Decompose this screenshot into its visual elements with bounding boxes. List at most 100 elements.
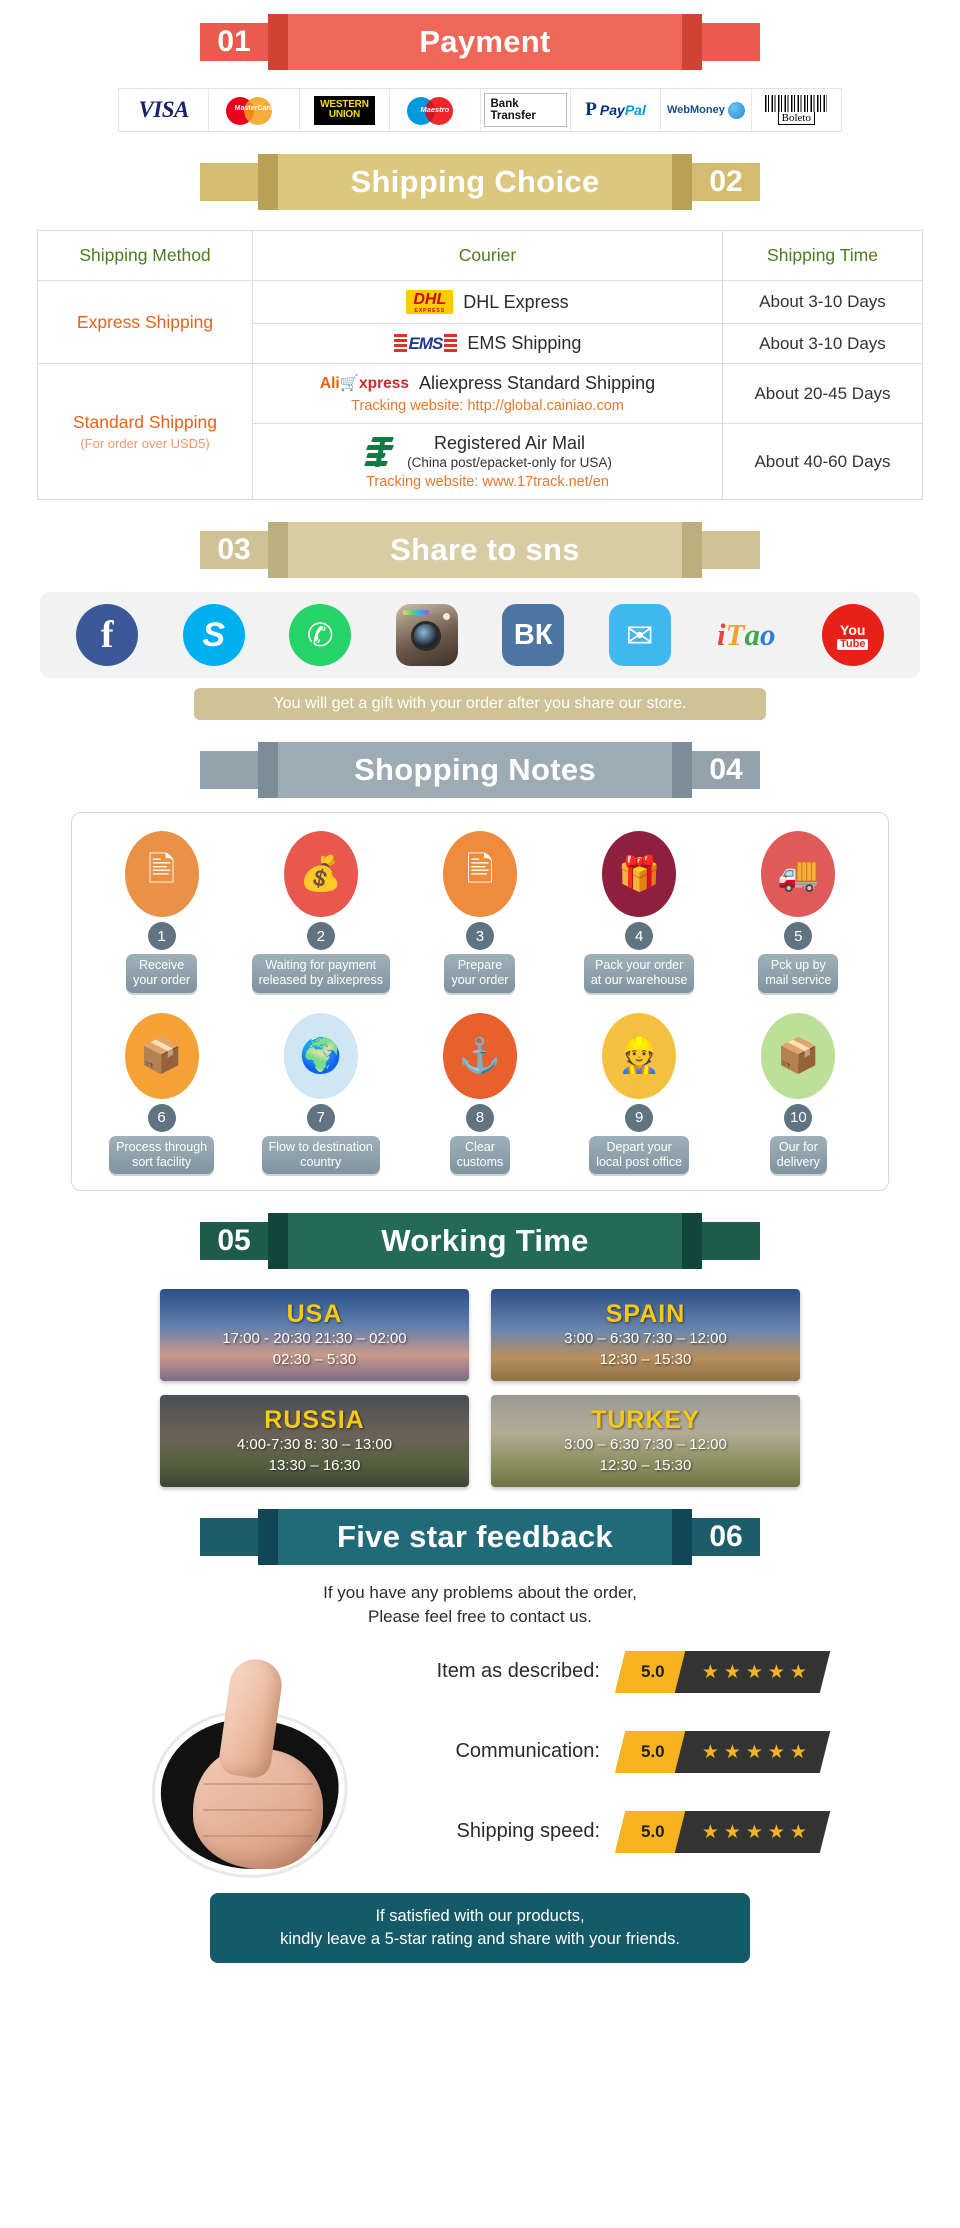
feedback-intro: If you have any problems about the order… [323,1583,637,1626]
payment-methods-row: VISA MasterCard WESTERN UNION Maestro Ba… [118,88,842,132]
country-hours: 3:00 – 6:30 7:30 – 12:00 12:30 – 15:30 [564,1330,727,1368]
tracking-website-cainiao[interactable]: Tracking website: http://global.cainiao.… [259,398,716,414]
product-detail-page: 01 Payment VISA MasterCard WESTERN UNION… [0,0,960,1985]
skype-icon[interactable]: S [182,604,245,667]
section-number-notes: 04 [692,751,760,790]
ribbon-tail-right [702,23,760,61]
country-hours: 4:00-7:30 8: 30 – 13:00 13:30 – 16:30 [236,1436,393,1474]
shopping-note-step-2: 💰 2 Waiting for payment released by alixe… [246,831,396,993]
social-icons-bar: f S ✆ ВК ✉ iTao You Tube [40,592,920,679]
shopping-note-step-6: 📦 6 Process through sort facility [87,1012,237,1175]
step-number: 2 [306,922,335,951]
rating-label: Shipping speed: [456,1820,600,1843]
step-number: 3 [465,922,494,951]
shipping-time-air-mail: About 40-60 Days [722,423,923,501]
shopping-note-step-1: 🖹 1 Receive your order [87,831,237,993]
table-row: Express Shipping DHL EXPRESS DHL Express … [37,279,923,365]
courier-dhl: DHL EXPRESS DHL Express [252,279,723,325]
step-number: 5 [784,922,813,951]
youtube-icon[interactable]: You Tube [821,604,884,667]
tracking-website-17track[interactable]: Tracking website: www.17track.net/en [259,474,716,490]
working-time-card-spain: SPAIN 3:00 – 6:30 7:30 – 12:00 12:30 – 1… [491,1289,800,1382]
working-time-card-usa: USA 17:00 - 20:30 21:30 – 02:00 02:30 – … [160,1289,469,1382]
payment-method-maestro: Maestro [390,89,481,131]
rating-stars: ★ ★ ★ ★ ★ [674,1810,831,1853]
ribbon-fold-right [672,154,692,210]
section-number-feedback: 06 [692,1518,760,1557]
step-number: 8 [465,1103,494,1132]
step-label: Pck up by mail service [758,954,839,993]
ribbon-fold-right [682,1213,702,1270]
shipping-table: Shipping Method Courier Shipping Time Ex… [37,230,923,501]
gift-icon: 🎁 [602,831,677,918]
rating-row-communication: Communication: 5.0 ★ ★ ★ ★ ★ [400,1730,920,1773]
ribbon-tail-left [200,751,258,790]
section-number-shipping: 02 [692,163,760,201]
shipping-method-express: Express Shipping [37,279,253,365]
share-gift-note: You will get a gift with your order afte… [194,688,766,721]
shopping-notes-row-1: 🖹 1 Receive your order 💰 2 Waiting for pa… [82,831,878,993]
rating-badge: 5.0 ★ ★ ★ ★ ★ [614,1730,831,1773]
country-name: SPAIN [605,1300,686,1329]
shopping-note-step-10: 📦 10 Our for delivery [723,1012,873,1175]
ems-icon: EMS [393,333,458,354]
step-label: Waiting for payment released by alixepres… [251,954,390,993]
payment-method-paypal: P PayPal [571,89,662,131]
column-header-time: Shipping Time [722,230,923,281]
payment-method-bank-transfer: Bank Transfer [481,89,571,131]
payment-method-webmoney: WebMoney [661,89,752,131]
ribbon-fold-right [672,742,692,799]
hand-truck-icon: 📦 [124,1012,199,1099]
section-header-share: 03 Share to sns [200,522,760,579]
china-post-icon [363,435,397,469]
ribbon-fold-left [268,522,288,579]
section-header-payment: 01 Payment [200,14,760,70]
section-title-working: Working Time [288,1213,682,1270]
section-title-feedback: Five star feedback [278,1509,672,1566]
itao-icon[interactable]: iTao [715,604,777,666]
section-title-share: Share to sns [288,522,682,579]
boleto-icon: Boleto [765,95,828,125]
rating-label: Item as described: [436,1660,600,1683]
postman-icon: 👷 [602,1012,677,1099]
section-header-feedback: Five star feedback 06 [200,1509,760,1566]
twitter-icon[interactable]: ✉ [608,604,671,667]
instagram-icon[interactable] [395,604,458,667]
working-time-card-turkey: TURKEY 3:00 – 6:30 7:30 – 12:00 12:30 – … [491,1395,800,1488]
feedback-main: Item as described: 5.0 ★ ★ ★ ★ ★ Communicati… [0,1633,960,1893]
ribbon-fold-left [268,14,288,70]
column-header-method: Shipping Method [37,230,253,281]
facebook-icon[interactable]: f [76,604,139,667]
step-number: 9 [625,1103,654,1132]
shipping-time-ems: About 3-10 Days [722,323,923,365]
courier-registered-air-mail: Registered Air Mail (China post/epacket-… [252,423,723,501]
ratings-list: Item as described: 5.0 ★ ★ ★ ★ ★ Communicati… [400,1650,920,1891]
step-label: Flow to destination country [261,1135,380,1175]
courier-aliexpress: Ali🛒xpress Aliexpress Standard Shipping … [252,363,723,425]
ribbon-tail-left [200,1518,258,1557]
country-name: RUSSIA [264,1406,365,1435]
shopping-note-step-8: ⚓ 8 Clear customs [405,1012,555,1175]
column-header-courier: Courier [252,230,723,281]
shopping-note-step-4: 🎁 4 Pack your order at our warehouse [564,831,714,993]
whatsapp-icon[interactable]: ✆ [289,604,352,667]
rating-stars: ★ ★ ★ ★ ★ [674,1730,831,1773]
ribbon-fold-right [682,522,702,579]
working-time-card-russia: RUSSIA 4:00-7:30 8: 30 – 13:00 13:30 – 1… [160,1395,469,1488]
payment-method-visa: VISA [119,89,210,131]
step-label: Our for delivery [769,1135,827,1175]
table-row: Standard Shipping (For order over USD5) … [37,363,923,501]
ribbon-tail-right [702,531,760,570]
rating-row-shipping-speed: Shipping speed: 5.0 ★ ★ ★ ★ ★ [400,1810,920,1853]
section-number-payment: 01 [200,23,268,61]
payment-method-western-union: WESTERN UNION [300,89,391,131]
rating-stars: ★ ★ ★ ★ ★ [674,1650,831,1693]
vk-icon[interactable]: ВК [502,604,565,667]
shopping-notes-box: 🖹 1 Receive your order 💰 2 Waiting for pa… [71,812,889,1192]
step-number: 4 [625,922,654,951]
document-icon: 🖹 [124,831,199,918]
shopping-note-step-9: 👷 9 Depart your local post office [564,1012,714,1175]
step-number: 7 [306,1103,335,1132]
country-name: USA [286,1300,343,1329]
shopping-notes-row-2: 📦 6 Process through sort facility 🌍 7 Flo… [82,1012,878,1175]
